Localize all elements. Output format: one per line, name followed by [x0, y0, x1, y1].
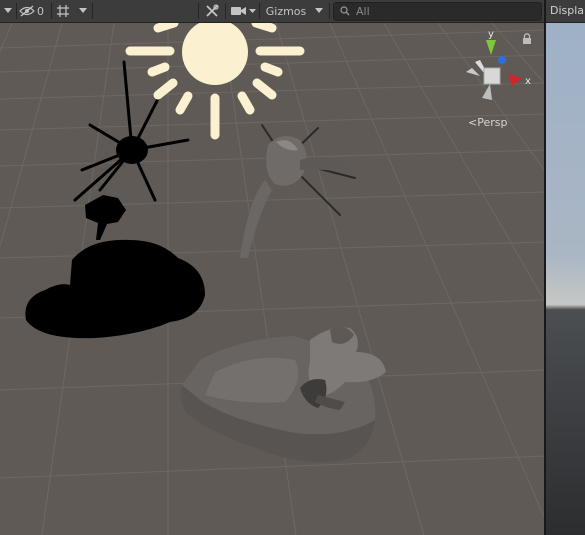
- gizmos-dropdown[interactable]: [312, 2, 326, 20]
- scene-viewport[interactable]: y x: [0, 23, 545, 535]
- projection-label: Persp: [477, 116, 508, 129]
- eye-hidden-icon: [19, 5, 35, 17]
- chevron-down-icon: [315, 8, 323, 13]
- camera-icon: [230, 7, 246, 15]
- search-placeholder: All: [356, 5, 370, 18]
- chevron-down-icon: [248, 8, 256, 13]
- axis-y-label: y: [488, 29, 494, 40]
- toolbar-separator: [198, 3, 199, 19]
- tools-icon[interactable]: [202, 2, 222, 20]
- game-view-panel: [546, 23, 585, 535]
- chevron-down-icon: [79, 8, 87, 13]
- grid-snap-dropdown[interactable]: [76, 2, 90, 20]
- toolbar-separator: [92, 3, 93, 19]
- search-input[interactable]: All: [333, 2, 542, 21]
- toolbar-separator: [259, 3, 260, 19]
- grid-snap-icon[interactable]: [54, 2, 72, 20]
- visibility-toggle[interactable]: 0: [19, 2, 49, 20]
- search-icon: [340, 6, 350, 16]
- toolbar-separator: [51, 3, 52, 19]
- game-view-toolbar: Displa: [546, 0, 585, 23]
- axis-x-label: x: [525, 76, 531, 87]
- gizmos-button[interactable]: Gizmos: [262, 2, 310, 20]
- hidden-count: 0: [37, 4, 44, 18]
- perspective-chevron-icon: <: [468, 116, 478, 129]
- scene-toolbar: 0 Gizmos All: [0, 0, 545, 23]
- toolbar-separator: [225, 3, 226, 19]
- toolbar-separator: [16, 3, 17, 19]
- toolbar-separator: [329, 3, 330, 19]
- projection-toggle[interactable]: <Persp: [468, 116, 507, 129]
- camera-settings-button[interactable]: [229, 2, 257, 20]
- display-dropdown[interactable]: Displa: [550, 4, 584, 17]
- menu-dropdown-icon[interactable]: [2, 2, 14, 20]
